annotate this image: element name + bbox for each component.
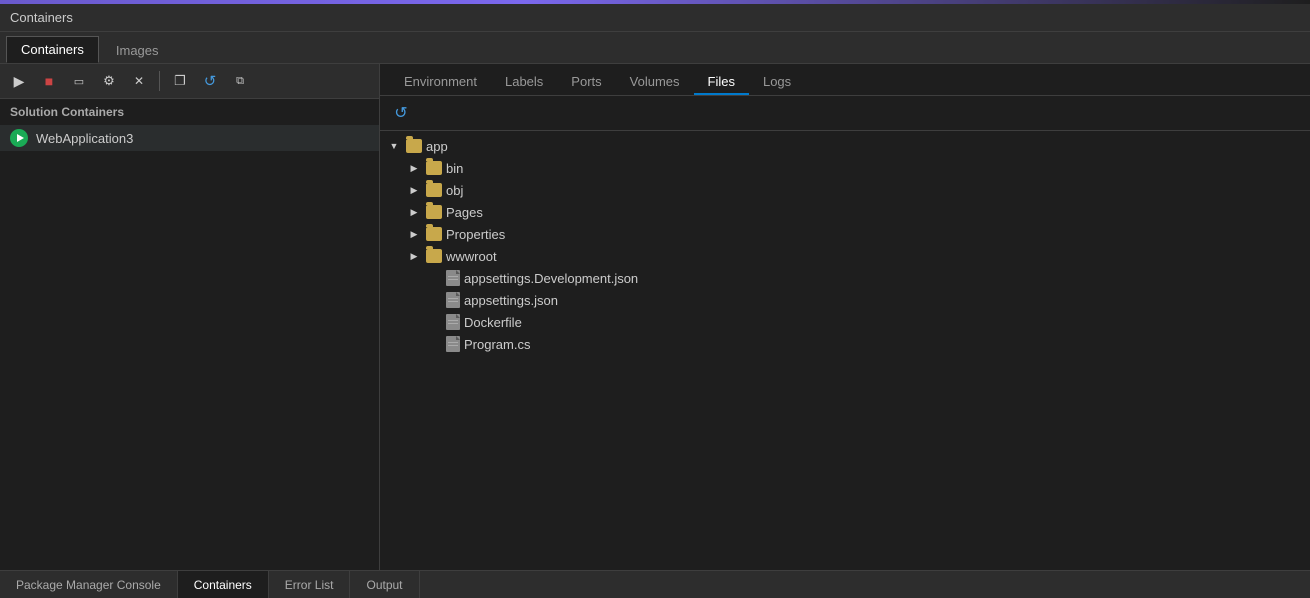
tree-item-pages[interactable]: Pages bbox=[380, 201, 1310, 223]
delete-button[interactable]: ✕ bbox=[126, 68, 152, 94]
file-icon-appsettings bbox=[446, 292, 460, 308]
arrow-obj bbox=[406, 182, 422, 198]
file-icon-dockerfile bbox=[446, 314, 460, 330]
stop-button[interactable]: ■ bbox=[36, 68, 62, 94]
folder-icon-obj bbox=[426, 183, 442, 197]
bottom-tab-bar: Package Manager Console Containers Error… bbox=[0, 570, 1310, 598]
main-tab-row: Containers Images bbox=[0, 32, 1310, 64]
arrow-app bbox=[386, 138, 402, 154]
tab-images[interactable]: Images bbox=[101, 37, 174, 63]
arrow-bin bbox=[406, 160, 422, 176]
tab-volumes[interactable]: Volumes bbox=[616, 70, 694, 95]
label-wwwroot: wwwroot bbox=[446, 249, 497, 264]
main-content: ▶ ■ ▭ ⚙ ✕ ❐ ↺ ⧉ Solution Containers WebA… bbox=[0, 64, 1310, 570]
tree-item-appsettings[interactable]: appsettings.json bbox=[380, 289, 1310, 311]
more-button[interactable]: ⧉ bbox=[227, 68, 253, 94]
bottom-tab-error-list[interactable]: Error List bbox=[269, 571, 351, 598]
arrow-properties bbox=[406, 226, 422, 242]
refresh-left-button[interactable]: ↺ bbox=[197, 68, 223, 94]
label-obj: obj bbox=[446, 183, 463, 198]
arrow-pages bbox=[406, 204, 422, 220]
folder-icon-app bbox=[406, 139, 422, 153]
tree-item-program[interactable]: Program.cs bbox=[380, 333, 1310, 355]
copy-button[interactable]: ❐ bbox=[167, 68, 193, 94]
file-icon-appsettings-dev bbox=[446, 270, 460, 286]
right-panel: Environment Labels Ports Volumes Files L… bbox=[380, 64, 1310, 570]
tab-environment[interactable]: Environment bbox=[390, 70, 491, 95]
toolbar: ▶ ■ ▭ ⚙ ✕ ❐ ↺ ⧉ bbox=[0, 64, 379, 99]
tab-containers[interactable]: Containers bbox=[6, 36, 99, 63]
tree-item-wwwroot[interactable]: wwwroot bbox=[380, 245, 1310, 267]
label-pages: Pages bbox=[446, 205, 483, 220]
file-tree: app bin obj Pages bbox=[380, 131, 1310, 570]
folder-icon-pages bbox=[426, 205, 442, 219]
files-refresh-button[interactable]: ↺ bbox=[388, 100, 414, 126]
tree-item-bin[interactable]: bin bbox=[380, 157, 1310, 179]
folder-icon-properties bbox=[426, 227, 442, 241]
file-icon-program bbox=[446, 336, 460, 352]
title-label: Containers bbox=[10, 10, 73, 25]
container-list: WebApplication3 bbox=[0, 125, 379, 570]
tab-ports[interactable]: Ports bbox=[557, 70, 615, 95]
label-program: Program.cs bbox=[464, 337, 530, 352]
container-name: WebApplication3 bbox=[36, 131, 133, 146]
arrow-wwwroot bbox=[406, 248, 422, 264]
bottom-tab-containers[interactable]: Containers bbox=[178, 571, 269, 598]
solution-containers-label: Solution Containers bbox=[0, 99, 379, 125]
label-dockerfile: Dockerfile bbox=[464, 315, 522, 330]
left-panel: ▶ ■ ▭ ⚙ ✕ ❐ ↺ ⧉ Solution Containers WebA… bbox=[0, 64, 380, 570]
label-appsettings: appsettings.json bbox=[464, 293, 558, 308]
label-appsettings-dev: appsettings.Development.json bbox=[464, 271, 638, 286]
tree-item-properties[interactable]: Properties bbox=[380, 223, 1310, 245]
toolbar-separator-1 bbox=[159, 71, 160, 91]
container-status-icon bbox=[10, 129, 28, 147]
terminal-button[interactable]: ▭ bbox=[66, 68, 92, 94]
folder-icon-bin bbox=[426, 161, 442, 175]
title-bar: Containers bbox=[0, 4, 1310, 32]
label-properties: Properties bbox=[446, 227, 505, 242]
label-app: app bbox=[426, 139, 448, 154]
container-item[interactable]: WebApplication3 bbox=[0, 125, 379, 151]
tab-labels[interactable]: Labels bbox=[491, 70, 557, 95]
tab-logs[interactable]: Logs bbox=[749, 70, 805, 95]
bottom-tab-package-manager[interactable]: Package Manager Console bbox=[0, 571, 178, 598]
tree-item-obj[interactable]: obj bbox=[380, 179, 1310, 201]
folder-icon-wwwroot bbox=[426, 249, 442, 263]
tree-item-app[interactable]: app bbox=[380, 135, 1310, 157]
tab-files[interactable]: Files bbox=[694, 70, 749, 95]
detail-tab-row: Environment Labels Ports Volumes Files L… bbox=[380, 64, 1310, 96]
bottom-tab-output[interactable]: Output bbox=[350, 571, 419, 598]
label-bin: bin bbox=[446, 161, 463, 176]
detail-toolbar: ↺ bbox=[380, 96, 1310, 131]
tree-item-appsettings-dev[interactable]: appsettings.Development.json bbox=[380, 267, 1310, 289]
tree-item-dockerfile[interactable]: Dockerfile bbox=[380, 311, 1310, 333]
start-button[interactable]: ▶ bbox=[6, 68, 32, 94]
settings-button[interactable]: ⚙ bbox=[96, 68, 122, 94]
